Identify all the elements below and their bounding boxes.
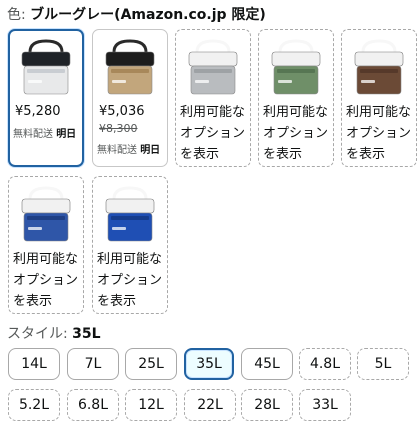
color-label-value: ブルーグレー(Amazon.co.jp 限定) [30,7,266,23]
cooler-thumbnail-royal-blue [98,183,162,247]
swatch-unavailable-text: 利用可能なオプションを表示 [13,252,79,309]
size-option-5l[interactable]: 5L [357,348,409,380]
size-option-25l[interactable]: 25L [125,348,177,380]
cooler-lid [21,198,71,214]
cooler-logo-mark [195,80,209,83]
cooler-logo-mark [112,227,126,230]
color-label-key: 色: [7,7,31,23]
swatch-khaki[interactable]: ¥5,036 ¥8,300 無料配送 明日 [92,29,168,167]
cooler-thumbnail-green [264,36,328,100]
cooler-handle [112,186,148,201]
swatch-light-gray[interactable]: 利用可能なオプションを表示 [175,29,251,167]
delivery-prefix: 無料配送 [13,129,53,140]
style-label-value: 35L [72,326,101,342]
size-option-5-2l[interactable]: 5.2L [8,389,60,421]
size-option-6-8l[interactable]: 6.8L [67,389,119,421]
size-option-33l[interactable]: 33L [299,389,351,421]
cooler-image [105,186,155,242]
swatch-unavailable-text: 利用可能なオプションを表示 [346,105,412,162]
delivery-prefix: 無料配送 [97,145,137,156]
cooler-handle [361,39,397,54]
cooler-logo-mark [112,80,126,83]
cooler-band [277,69,315,73]
size-option-4-8l[interactable]: 4.8L [299,348,351,380]
cooler-logo-mark [28,80,42,83]
delivery-day: 明日 [56,129,77,140]
cooler-image [271,39,321,95]
cooler-lid [271,51,321,67]
cooler-thumbnail-light-gray [181,36,245,100]
cooler-handle [278,39,314,54]
cooler-image [105,39,155,95]
cooler-image [188,39,238,95]
cooler-logo-mark [361,80,375,83]
size-option-14l[interactable]: 14L [8,348,60,380]
size-option-45l[interactable]: 45L [241,348,293,380]
cooler-handle [28,186,64,201]
cooler-band [111,69,149,73]
swatch-unavailable-text: 利用可能なオプションを表示 [180,105,246,162]
cooler-lid [354,51,404,67]
swatch-delivery: 無料配送 明日 [97,141,160,156]
swatch-royal-blue[interactable]: 利用可能なオプションを表示 [92,176,168,314]
cooler-image [354,39,404,95]
cooler-band [111,216,149,220]
cooler-band [27,69,65,73]
cooler-handle [195,39,231,54]
swatch-brown[interactable]: 利用可能なオプションを表示 [341,29,417,167]
swatch-blue[interactable]: 利用可能なオプションを表示 [8,176,84,314]
cooler-logo-mark [278,80,292,83]
cooler-image [21,186,71,242]
cooler-image [21,39,71,95]
color-label: 色: ブルーグレー(Amazon.co.jp 限定) [7,6,266,24]
size-option-35l[interactable]: 35L [184,348,234,380]
cooler-lid [21,51,71,67]
style-label: スタイル: 35L [7,325,101,343]
style-label-key: スタイル: [7,326,73,342]
cooler-band [27,216,65,220]
swatch-blue-gray[interactable]: ¥5,280 無料配送 明日 [8,29,84,167]
size-option-12l[interactable]: 12L [125,389,177,421]
size-option-28l[interactable]: 28L [241,389,293,421]
swatch-price: ¥5,280 [15,104,61,119]
cooler-thumbnail-brown [347,36,411,100]
swatch-green[interactable]: 利用可能なオプションを表示 [258,29,334,167]
swatch-unavailable-text: 利用可能なオプションを表示 [263,105,329,162]
swatch-list-price: ¥8,300 [99,122,138,135]
cooler-handle [112,39,148,54]
cooler-band [360,69,398,73]
cooler-band [194,69,232,73]
cooler-thumbnail-blue [14,183,78,247]
size-option-22l[interactable]: 22L [184,389,236,421]
delivery-day: 明日 [140,145,161,156]
cooler-lid [105,198,155,214]
cooler-logo-mark [28,227,42,230]
swatch-delivery: 無料配送 明日 [13,125,76,140]
swatch-unavailable-text: 利用可能なオプションを表示 [97,252,163,309]
swatch-price: ¥5,036 [99,104,145,119]
cooler-lid [188,51,238,67]
size-option-7l[interactable]: 7L [67,348,119,380]
cooler-thumbnail-khaki [98,36,162,100]
cooler-thumbnail-blue-gray [14,36,78,100]
cooler-lid [105,51,155,67]
cooler-handle [28,39,64,54]
